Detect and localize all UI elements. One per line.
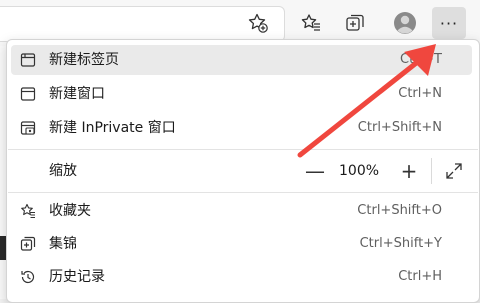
menu-item-label: 新建标签页 [49,52,119,68]
zoom-control: 缩放 — 100% + [11,154,472,188]
menu-item-label: 历史记录 [49,269,105,285]
menu-item-label: 收藏夹 [49,203,91,219]
zoom-in-button[interactable]: + [395,157,423,185]
fullscreen-icon [446,163,462,179]
history-icon [19,268,37,286]
menu-item-favorites[interactable]: 收藏夹 Ctrl+Shift+O [11,196,472,226]
menu-item-shortcut: Ctrl+Shift+Y [359,236,442,251]
collections-icon[interactable] [340,8,370,38]
settings-and-more-button[interactable]: ··· [432,7,466,39]
settings-menu: 新建标签页 Ctrl+T 新建窗口 Ctrl+N 新建 InPrivate 窗口… [6,39,480,303]
add-favorite-icon[interactable] [243,8,273,38]
zoom-level: 100% [339,163,380,179]
favorites-icon[interactable] [296,8,326,38]
new-tab-icon [19,51,37,69]
menu-item-shortcut: Ctrl+Shift+O [357,203,442,218]
menu-item-shortcut: Ctrl+T [400,52,442,67]
fullscreen-button[interactable] [441,158,467,184]
menu-item-shortcut: Ctrl+H [398,269,442,284]
menu-item-shortcut: Ctrl+N [398,86,442,101]
inprivate-window-icon [19,119,37,137]
menu-item-new-tab[interactable]: 新建标签页 Ctrl+T [11,45,472,75]
menu-item-new-inprivate-window[interactable]: 新建 InPrivate 窗口 Ctrl+Shift+N [11,113,472,143]
zoom-label: 缩放 [49,163,77,179]
menu-item-label: 集锦 [49,236,77,252]
zoom-divider [431,158,432,184]
collections-icon [19,235,37,253]
menu-item-shortcut: Ctrl+Shift+N [357,120,442,135]
menu-item-new-window[interactable]: 新建窗口 Ctrl+N [11,79,472,109]
new-window-icon [19,85,37,103]
menu-item-history[interactable]: 历史记录 Ctrl+H [11,262,472,292]
favorites-icon [19,202,37,220]
menu-separator [8,192,478,193]
zoom-out-button[interactable]: — [301,157,329,185]
menu-item-label: 新建窗口 [49,86,105,102]
menu-item-collections[interactable]: 集锦 Ctrl+Shift+Y [11,229,472,259]
menu-separator [8,149,478,150]
menu-item-label: 新建 InPrivate 窗口 [49,120,176,136]
profile-icon[interactable] [390,8,420,38]
